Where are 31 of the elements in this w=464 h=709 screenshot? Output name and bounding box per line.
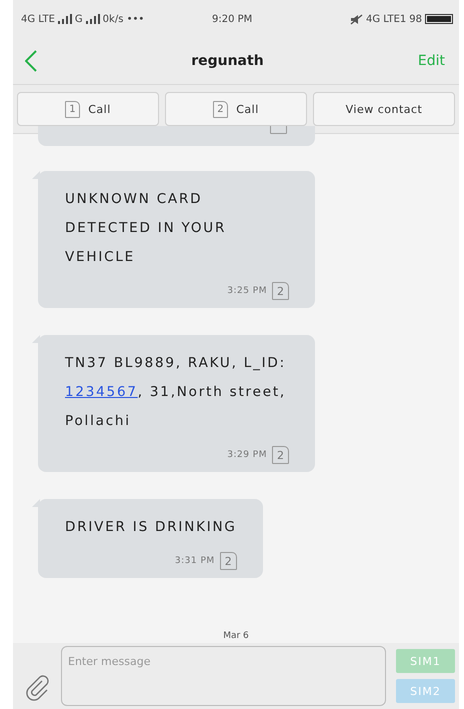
battery-icon <box>425 14 453 24</box>
message-time: 3:29 PM <box>227 450 267 460</box>
phone-link[interactable]: 1234567 <box>65 384 138 400</box>
message-time: 3:31 PM <box>174 556 215 566</box>
message-text: DRIVER IS DRINKING <box>65 518 237 537</box>
call-button[interactable]: 2 Call <box>165 92 307 126</box>
date-divider: Mar 6 <box>223 631 249 641</box>
status-text: 4G LTE <box>21 14 55 24</box>
muted-speaker-icon <box>350 14 363 24</box>
status-text: 0k/s ••• <box>102 14 144 24</box>
contact-name: regunath <box>191 53 264 69</box>
status-time: 9:20 PM <box>212 14 252 24</box>
back-button[interactable] <box>25 50 37 72</box>
edit-button[interactable]: Edit <box>418 53 445 69</box>
sim-icon: 2 <box>220 552 237 570</box>
message-text: UNKNOWN CARD DETECTED IN YOUR VEHICLE <box>65 190 228 267</box>
sim-icon: 2 <box>213 100 228 118</box>
sim-icon: 2 <box>272 446 289 464</box>
message-text: TN37 BL9889, RAKU, L_ID: 1234567, 31,North street, Pollachi <box>65 354 288 431</box>
attachment-icon[interactable] <box>25 675 51 701</box>
status-text: 4G LTE1 <box>366 14 406 24</box>
sim-icon: 2 <box>272 282 289 300</box>
call-button[interactable]: 1 Call <box>17 92 159 126</box>
message-field[interactable]: Enter message <box>61 646 386 706</box>
status-text: 98 <box>409 14 422 24</box>
signal-icon <box>58 14 72 24</box>
message-time: 3:25 PM <box>227 286 267 296</box>
sim-icon: 1 <box>65 100 80 118</box>
signal-icon <box>86 14 100 24</box>
status-text: G <box>74 14 83 24</box>
view-contact-button[interactable]: View contact <box>313 92 455 126</box>
